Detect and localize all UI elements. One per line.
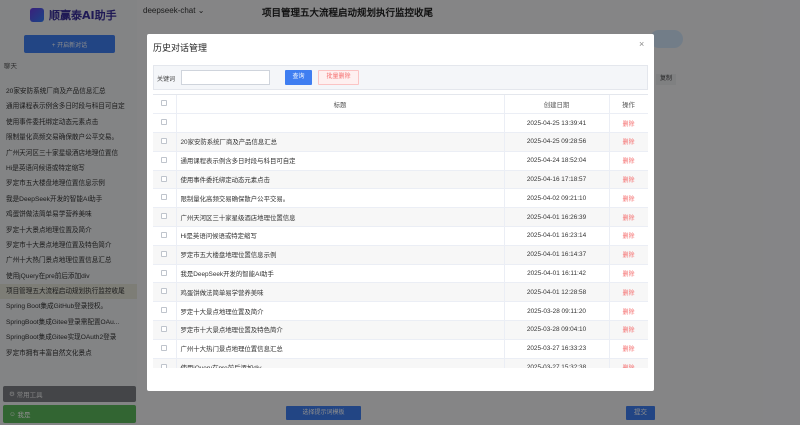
delete-link[interactable]: 删除 (622, 197, 634, 203)
table-row: 20家安防系统厂商及产品信息汇总 2025-04-25 09:28:56 删除 (153, 132, 648, 152)
modal-title: 历史对话管理 (153, 43, 208, 53)
row-title: 20家安防系统厂商及产品信息汇总 (176, 132, 505, 152)
row-date: 2025-04-01 16:23:14 (504, 226, 610, 246)
row-date: 2025-04-24 18:52:04 (504, 151, 610, 171)
delete-link[interactable]: 删除 (622, 310, 634, 316)
table-row: Hi是英语问候语或特定缩写 2025-04-01 16:23:14 删除 (153, 226, 648, 246)
row-title: 鸡蛋饼做法简单易学营养美味 (176, 282, 505, 303)
row-ops: 删除 (609, 301, 648, 322)
row-date: 2025-03-28 09:11:20 (504, 301, 610, 322)
keyword-input[interactable] (181, 70, 270, 85)
row-date: 2025-04-02 09:21:10 (504, 188, 610, 209)
column-ops: 操作 (609, 95, 648, 115)
row-checkbox[interactable] (153, 151, 177, 171)
row-checkbox[interactable] (153, 226, 177, 246)
row-title: 使用事件委托绑定动态元素点击 (176, 170, 505, 190)
table-row: 使用jQuery在pre前后添加div2025-03-27 15:32:38 删除 (153, 358, 648, 368)
row-date: 2025-04-25 13:39:41 (504, 113, 610, 134)
table-row: 广州天河区三十家星级酒店地理位置信息 2025-04-01 16:26:39 删除 (153, 207, 648, 228)
row-title: 罗定十大景点地理位置及简介 (176, 301, 505, 322)
row-ops: 删除 (609, 132, 648, 152)
row-ops: 删除 (609, 113, 648, 134)
row-checkbox[interactable] (153, 188, 177, 209)
table-row: 罗定市五大楼盘地理位置信息示例 2025-04-01 16:14:37 删除 (153, 245, 648, 265)
row-title: 罗定市五大楼盘地理位置信息示例 (176, 245, 505, 265)
row-checkbox[interactable] (153, 339, 177, 359)
delete-link[interactable]: 删除 (622, 159, 634, 165)
table-row: 限制量化高频交易确保散户公平交易。 2025-04-02 09:21:10 删除 (153, 188, 648, 209)
table-row: 罗定十大景点地理位置及简介 2025-03-28 09:11:20 删除 (153, 301, 648, 322)
delete-link[interactable]: 删除 (622, 366, 634, 368)
row-checkbox[interactable] (153, 245, 177, 265)
row-title: Hi是英语问候语或特定缩写 (176, 226, 505, 246)
row-title: 使用jQuery在pre前后添加div (176, 358, 505, 368)
table-row: 罗定市十大景点地理位置及特色简介 2025-03-28 09:04:10 删除 (153, 320, 648, 340)
row-ops: 删除 (609, 264, 648, 284)
table-row: 广州十大热门景点地理位置信息汇总 2025-03-27 16:33:23 删除 (153, 339, 648, 359)
row-date: 2025-04-16 17:18:57 (504, 170, 610, 190)
row-checkbox[interactable] (153, 320, 177, 340)
row-checkbox[interactable] (153, 207, 177, 228)
row-checkbox[interactable] (153, 358, 177, 368)
delete-link[interactable]: 删除 (622, 122, 634, 128)
row-ops: 删除 (609, 320, 648, 340)
row-checkbox[interactable] (153, 170, 177, 190)
column-date: 创建日期 (504, 95, 610, 115)
delete-link[interactable]: 删除 (622, 328, 634, 334)
row-checkbox[interactable] (153, 113, 177, 134)
row-ops: 删除 (609, 188, 648, 209)
row-checkbox[interactable] (153, 282, 177, 303)
close-icon[interactable]: × (639, 39, 644, 49)
table-row: 我是DeepSeek开发的智能AI助手 2025-04-01 16:11:42 删除 (153, 264, 648, 284)
row-title: 通用课程表示例含多日时段与科目可自定 (176, 151, 505, 171)
table-row: 2025-04-25 13:39:41 删除 (153, 113, 648, 134)
row-date: 2025-03-27 16:33:23 (504, 339, 610, 359)
row-ops: 删除 (609, 358, 648, 368)
batch-delete-button[interactable]: 批量删除 (318, 70, 359, 85)
row-title: 罗定市十大景点地理位置及特色简介 (176, 320, 505, 340)
row-title (176, 113, 505, 134)
delete-link[interactable]: 删除 (622, 140, 634, 146)
row-ops: 删除 (609, 207, 648, 228)
row-date: 2025-04-25 09:28:56 (504, 132, 610, 152)
search-bar: 关键词 查询 批量删除 (153, 65, 648, 90)
row-ops: 删除 (609, 282, 648, 303)
row-ops: 删除 (609, 245, 648, 265)
delete-link[interactable]: 删除 (622, 253, 634, 259)
query-button[interactable]: 查询 (285, 70, 312, 85)
row-title: 限制量化高频交易确保散户公平交易。 (176, 188, 505, 209)
row-date: 2025-03-28 09:04:10 (504, 320, 610, 340)
history-modal: 历史对话管理 × 关键词 查询 批量删除 标题 创建日期 操作 2025-04-… (147, 34, 654, 391)
row-date: 2025-04-01 16:26:39 (504, 207, 610, 228)
table-row: 使用事件委托绑定动态元素点击 2025-04-16 17:18:57 删除 (153, 170, 648, 190)
delete-link[interactable]: 删除 (622, 234, 634, 240)
delete-link[interactable]: 删除 (622, 291, 634, 297)
column-title: 标题 (176, 95, 505, 115)
delete-link[interactable]: 删除 (622, 347, 634, 353)
delete-link[interactable]: 删除 (622, 178, 634, 184)
row-title: 我是DeepSeek开发的智能AI助手 (176, 264, 505, 284)
table-row: 通用课程表示例含多日时段与科目可自定 2025-04-24 18:52:04 删除 (153, 151, 648, 171)
row-checkbox[interactable] (153, 264, 177, 284)
delete-link[interactable]: 删除 (622, 272, 634, 278)
row-ops: 删除 (609, 151, 648, 171)
select-all-checkbox[interactable] (153, 95, 177, 115)
row-title: 广州十大热门景点地理位置信息汇总 (176, 339, 505, 359)
table-header: 标题 创建日期 操作 (153, 95, 648, 115)
row-date: 2025-04-01 16:11:42 (504, 264, 610, 284)
row-ops: 删除 (609, 339, 648, 359)
row-title: 广州天河区三十家星级酒店地理位置信息 (176, 207, 505, 228)
row-ops: 删除 (609, 226, 648, 246)
row-checkbox[interactable] (153, 301, 177, 322)
row-date: 2025-03-27 15:32:38 (504, 358, 610, 368)
table-row: 鸡蛋饼做法简单易学营养美味 2025-04-01 12:28:58 删除 (153, 282, 648, 303)
row-date: 2025-04-01 12:28:58 (504, 282, 610, 303)
row-date: 2025-04-01 16:14:37 (504, 245, 610, 265)
history-table: 标题 创建日期 操作 2025-04-25 13:39:41 删除 20家安防系统厂… (153, 94, 648, 368)
row-checkbox[interactable] (153, 132, 177, 152)
keyword-label: 关键词 (157, 77, 176, 83)
delete-link[interactable]: 删除 (622, 216, 634, 222)
row-ops: 删除 (609, 170, 648, 190)
